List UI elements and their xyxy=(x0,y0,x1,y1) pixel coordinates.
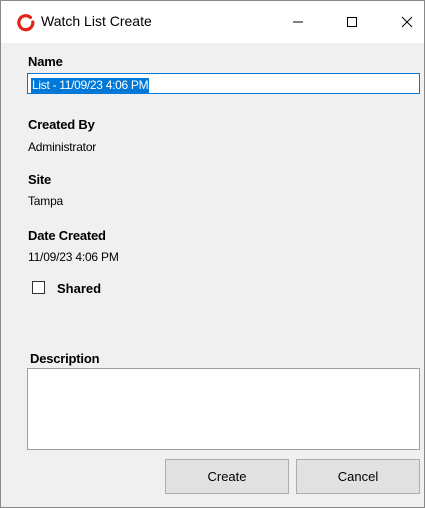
minimize-icon xyxy=(292,16,304,28)
created-by-value: Administrator xyxy=(28,140,97,154)
maximize-icon xyxy=(346,16,358,28)
shared-label[interactable]: Shared xyxy=(57,281,101,296)
watch-list-create-dialog: Watch List Create Name List - 11/09/23 4… xyxy=(0,0,425,508)
name-field[interactable]: List - 11/09/23 4:06 PM xyxy=(27,73,420,94)
date-created-value: 11/09/23 4:06 PM xyxy=(28,250,119,264)
create-button[interactable]: Create xyxy=(165,459,289,494)
shared-checkbox[interactable] xyxy=(32,281,45,294)
description-label: Description xyxy=(30,351,100,366)
cancel-button[interactable]: Cancel xyxy=(296,459,420,494)
close-icon xyxy=(401,16,413,28)
site-value: Tampa xyxy=(28,194,64,208)
name-field-value: List - 11/09/23 4:06 PM xyxy=(31,78,150,93)
title-bar[interactable]: Watch List Create xyxy=(1,1,424,43)
app-icon xyxy=(17,14,35,32)
created-by-label: Created By xyxy=(28,117,95,132)
name-label: Name xyxy=(28,54,63,69)
site-label: Site xyxy=(28,172,52,187)
minimize-button[interactable] xyxy=(275,1,321,43)
close-button[interactable] xyxy=(384,1,425,43)
maximize-button[interactable] xyxy=(329,1,375,43)
description-textarea[interactable] xyxy=(27,368,420,450)
date-created-label: Date Created xyxy=(28,228,106,243)
window-title: Watch List Create xyxy=(41,13,152,29)
